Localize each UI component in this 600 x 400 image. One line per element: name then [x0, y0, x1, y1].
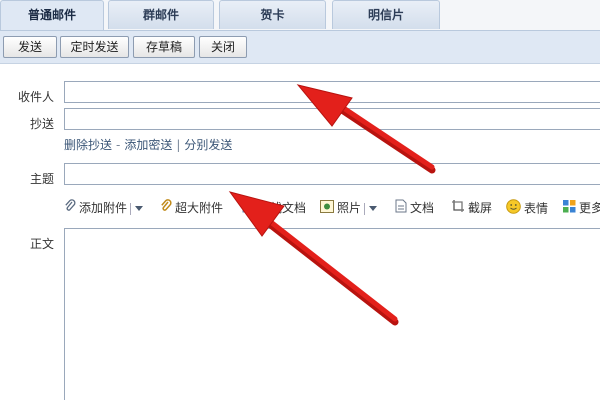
- tab-group-mail[interactable]: 群邮件: [108, 0, 214, 29]
- online-doc-icon: [242, 200, 255, 218]
- dash-separator: -: [116, 138, 121, 152]
- paperclip-icon: [64, 199, 76, 218]
- online-doc-label: 在线文档: [258, 201, 307, 215]
- more-label: 更多: [579, 201, 600, 215]
- photo-label: 照片: [337, 201, 362, 215]
- scheduled-send-button[interactable]: 定时发送: [60, 36, 129, 58]
- compose-tabs: 普通邮件 群邮件 贺卡 明信片: [0, 0, 600, 31]
- body-editor[interactable]: [64, 228, 600, 400]
- screenshot-icon: [451, 199, 465, 218]
- cc-label: 抄送: [29, 117, 54, 131]
- tab-postcard[interactable]: 明信片: [332, 0, 440, 29]
- emoji-button[interactable]: 表情: [506, 199, 548, 217]
- compose-toolbar: 发送 定时发送 存草稿 关闭: [0, 30, 600, 64]
- online-doc-button[interactable]: 在线文档: [242, 199, 306, 217]
- more-button[interactable]: 更多: [563, 199, 600, 217]
- photo-icon: [320, 199, 334, 218]
- pipe-separator: |: [176, 138, 181, 152]
- screenshot-button[interactable]: 截屏: [451, 199, 492, 217]
- document-button[interactable]: 文档: [395, 199, 434, 217]
- cc-options: 删除抄送 - 添加密送 | 分别发送: [64, 136, 232, 153]
- subject-label: 主题: [29, 172, 54, 186]
- send-button[interactable]: 发送: [3, 36, 57, 58]
- divider: [364, 202, 366, 215]
- screenshot-label: 截屏: [468, 201, 493, 215]
- large-attachment-label: 超大附件: [175, 201, 224, 215]
- tab-normal-mail[interactable]: 普通邮件: [0, 0, 104, 31]
- save-draft-button[interactable]: 存草稿: [133, 36, 195, 58]
- document-icon: [395, 199, 407, 218]
- add-attachment-button[interactable]: 添加附件: [64, 199, 144, 218]
- large-attachment-icon: [160, 199, 172, 218]
- cc-input[interactable]: [64, 108, 600, 130]
- emoji-icon: [506, 199, 521, 219]
- more-icon: [563, 199, 576, 218]
- recipient-input[interactable]: [64, 81, 600, 103]
- recipient-label: 收件人: [17, 90, 54, 104]
- chevron-down-icon[interactable]: [135, 206, 144, 211]
- separate-send-link[interactable]: 分别发送: [184, 138, 232, 152]
- tab-greeting-card[interactable]: 贺卡: [219, 0, 326, 29]
- divider: [130, 202, 132, 215]
- document-label: 文档: [410, 201, 435, 215]
- close-button[interactable]: 关闭: [199, 36, 247, 58]
- add-bcc-link[interactable]: 添加密送: [124, 138, 172, 152]
- emoji-label: 表情: [524, 201, 549, 216]
- delete-cc-link[interactable]: 删除抄送: [64, 138, 112, 152]
- large-attachment-button[interactable]: 超大附件: [160, 199, 223, 217]
- chevron-down-icon[interactable]: [369, 206, 378, 211]
- body-label: 正文: [29, 237, 54, 251]
- photo-button[interactable]: 照片: [320, 199, 378, 218]
- subject-input[interactable]: [64, 163, 600, 185]
- add-attachment-label: 添加附件: [79, 201, 128, 215]
